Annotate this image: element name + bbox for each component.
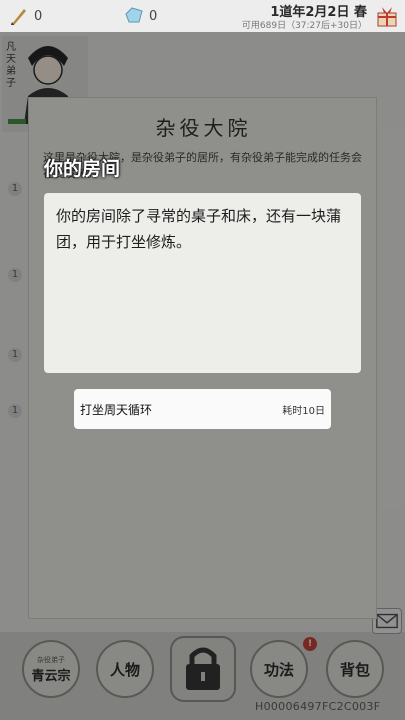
game-date-sub: 可用689日（37:27后+30日）: [241, 21, 367, 31]
brush-icon: [11, 9, 26, 25]
event-option-button[interactable]: 打坐周天循环 耗时10日: [74, 389, 331, 429]
event-text-box: 你的房间除了寻常的桌子和床，还有一块蒲团，用于打坐修炼。: [44, 193, 361, 373]
resource-crystal-value: 0: [149, 8, 158, 24]
event-option-label: 打坐周天循环: [80, 402, 153, 417]
resource-brush: 0: [8, 5, 42, 27]
event-text: 你的房间除了寻常的桌子和床，还有一块蒲团，用于打坐修炼。: [56, 207, 342, 251]
resource-brush-value: 0: [34, 8, 43, 24]
resource-crystal: 0: [123, 5, 157, 27]
top-bar: 0 0 1道年2月2日 春 可用689日（37:27后+30日）: [0, 0, 405, 32]
event-option-duration: 耗时10日: [282, 405, 325, 417]
gift-icon[interactable]: [375, 4, 399, 28]
location-title: 杂役大院: [155, 116, 252, 140]
crystal-icon: [125, 7, 143, 23]
event-title: 你的房间: [44, 158, 121, 180]
